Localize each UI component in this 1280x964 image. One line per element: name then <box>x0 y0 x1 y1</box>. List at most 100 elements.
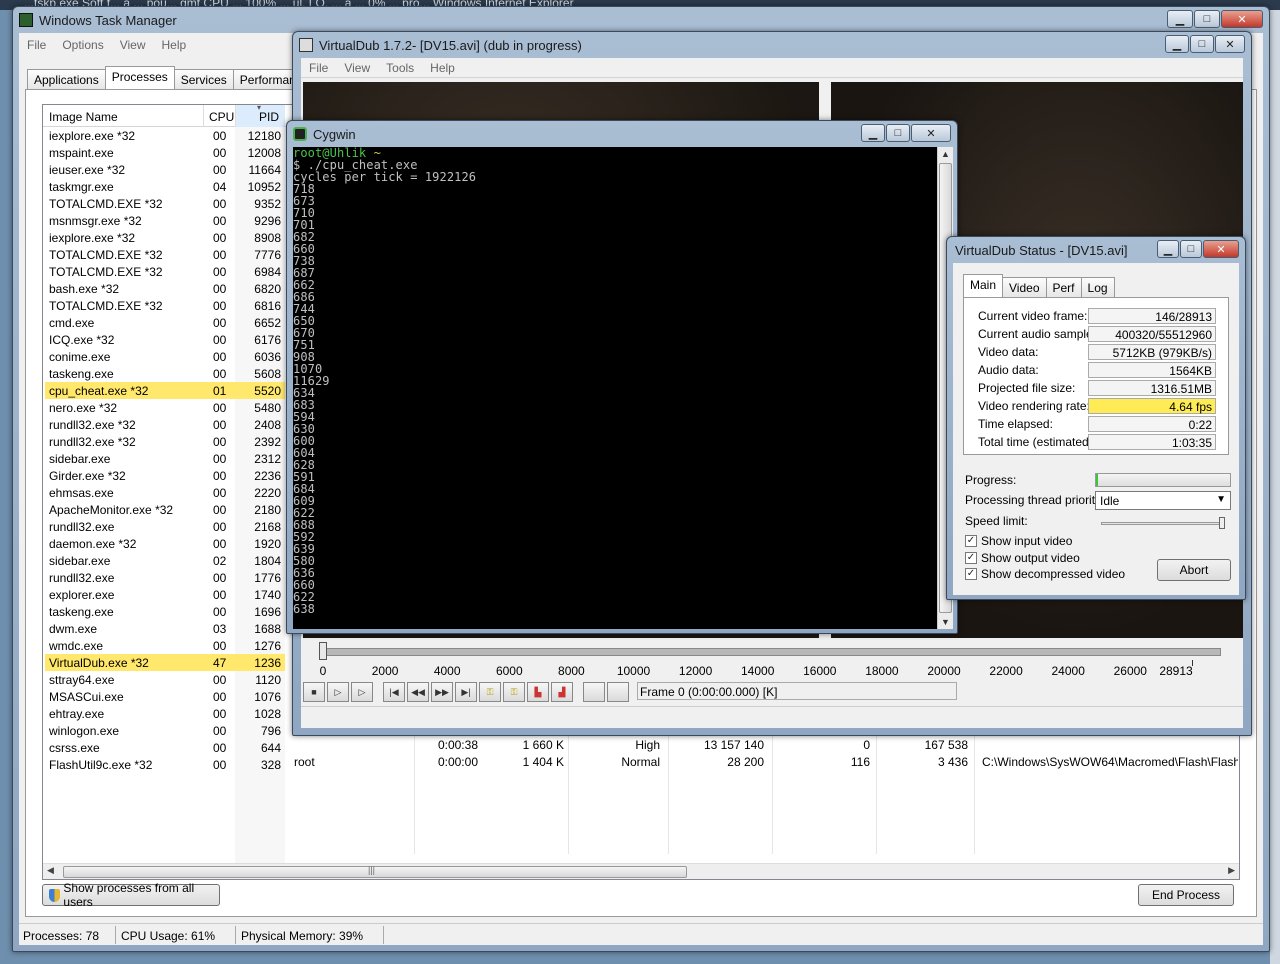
scroll-thumb[interactable]: ||| <box>63 865 687 878</box>
key-prev-icon[interactable]: ⚿ <box>479 682 501 702</box>
vdstatus-window: VirtualDub Status - [DV15.avi] ▁ □ ✕ Mai… <box>946 236 1246 600</box>
speed-slider-thumb[interactable] <box>1219 517 1225 529</box>
step-forward-icon[interactable]: ▶▶ <box>431 682 453 702</box>
status-field-label: Total time (estimated): <box>978 435 1097 449</box>
timeline-tick-label: 10000 <box>616 664 651 678</box>
scene-prev-icon[interactable]: ▙ <box>527 682 549 702</box>
process-cpu: 00 <box>213 588 227 602</box>
terminal-line: 591 <box>293 470 315 484</box>
minimize-icon[interactable]: ▁ <box>1157 240 1179 258</box>
checkbox[interactable]: ✓ <box>965 535 977 547</box>
process-pid: 328 <box>260 758 281 772</box>
timeline-track[interactable] <box>323 648 1221 656</box>
tab-log[interactable]: Log <box>1080 277 1115 297</box>
close-icon[interactable]: ✕ <box>1215 35 1245 53</box>
terminal-area[interactable]: root@Uhlik ~ $ ./cpu_cheat.exe cycles pe… <box>293 147 937 629</box>
tab-main[interactable]: Main <box>963 274 1004 297</box>
vdstatus-titlebar[interactable]: VirtualDub Status - [DV15.avi] ▁ □ ✕ <box>947 237 1245 263</box>
play-output-icon[interactable]: ▷ <box>351 682 373 702</box>
menu-tools[interactable]: Tools <box>378 61 422 75</box>
abort-button[interactable]: Abort <box>1157 559 1231 581</box>
maximize-icon[interactable]: □ <box>1190 35 1214 53</box>
go-end-icon[interactable]: ▶| <box>455 682 477 702</box>
process-priority: High <box>635 738 660 752</box>
taskmgr-titlebar[interactable]: Windows Task Manager ▁ □ ✕ <box>13 7 1269 33</box>
process-name: mspaint.exe <box>49 146 114 160</box>
terminal-line: 600 <box>293 434 315 448</box>
scroll-left-icon[interactable]: ◀ <box>47 865 54 876</box>
mark-in-icon[interactable] <box>583 682 605 702</box>
terminal-line: 687 <box>293 266 315 280</box>
scene-next-icon[interactable]: ▟ <box>551 682 573 702</box>
terminal-line: 628 <box>293 458 315 472</box>
column-header-image-name[interactable]: Image Name <box>49 110 118 124</box>
menu-file[interactable]: File <box>301 61 336 75</box>
close-icon[interactable]: ✕ <box>911 124 951 142</box>
menu-help[interactable]: Help <box>154 38 195 52</box>
process-cpu: 00 <box>213 401 227 415</box>
frame-indicator: Frame 0 (0:00:00.000) [K] <box>637 682 957 700</box>
process-cpu: 47 <box>213 656 227 670</box>
checkbox[interactable]: ✓ <box>965 568 977 580</box>
column-line <box>568 736 569 854</box>
timeline-tick-label: 0 <box>319 664 327 678</box>
process-pid: 9352 <box>254 197 281 211</box>
close-icon[interactable]: ✕ <box>1221 10 1263 28</box>
timeline-thumb[interactable] <box>319 642 327 660</box>
tab-applications[interactable]: Applications <box>27 69 106 89</box>
horizontal-scrollbar[interactable]: ◀ ||| ▶ <box>43 863 1239 879</box>
process-cpu: 00 <box>213 248 227 262</box>
process-pid: 1236 <box>254 656 281 670</box>
scroll-right-icon[interactable]: ▶ <box>1228 865 1235 876</box>
process-pid: 644 <box>260 741 281 755</box>
show-all-users-button[interactable]: Show processes from all users <box>42 881 220 909</box>
step-back-icon[interactable]: ◀◀ <box>407 682 429 702</box>
process-name: msnmsgr.exe *32 <box>49 214 142 228</box>
end-process-button[interactable]: End Process <box>1138 884 1234 906</box>
process-name: rundll32.exe *32 <box>49 418 136 432</box>
timeline-tick-label: 8000 <box>558 664 585 678</box>
stop-icon[interactable]: ■ <box>303 682 325 702</box>
maximize-icon[interactable]: □ <box>886 124 910 142</box>
menu-options[interactable]: Options <box>54 38 111 52</box>
terminal-line: 609 <box>293 494 315 508</box>
virtualdub-titlebar[interactable]: VirtualDub 1.7.2- [DV15.avi] (dub in pro… <box>293 32 1251 58</box>
close-icon[interactable]: ✕ <box>1203 240 1239 258</box>
minimize-icon[interactable]: ▁ <box>1165 35 1189 53</box>
mark-out-icon[interactable] <box>607 682 629 702</box>
process-io-value: 167 538 <box>924 738 968 752</box>
process-name: TOTALCMD.EXE *32 <box>49 265 163 279</box>
menu-file[interactable]: File <box>19 38 54 52</box>
go-start-icon[interactable]: |◀ <box>383 682 405 702</box>
menu-help[interactable]: Help <box>422 61 463 75</box>
menu-view[interactable]: View <box>336 61 378 75</box>
scroll-down-icon[interactable]: ▼ <box>941 617 950 627</box>
tab-services[interactable]: Services <box>173 69 234 89</box>
speed-slider-track <box>1101 522 1225 525</box>
column-header-cpu[interactable]: CPU <box>209 110 234 124</box>
tab-video[interactable]: Video <box>1002 277 1047 297</box>
cygwin-titlebar[interactable]: Cygwin ▁ □ ✕ <box>287 121 957 147</box>
play-input-icon[interactable]: ▷ <box>327 682 349 702</box>
minimize-icon[interactable]: ▁ <box>1167 10 1193 28</box>
maximize-icon[interactable]: □ <box>1194 10 1220 28</box>
speed-slider[interactable] <box>1101 517 1225 529</box>
process-cpu: 00 <box>213 435 227 449</box>
process-name: taskeng.exe <box>49 367 114 381</box>
taskmgr-title: Windows Task Manager <box>39 12 177 28</box>
scroll-up-icon[interactable]: ▲ <box>941 149 950 159</box>
tab-processes[interactable]: Processes <box>104 66 175 89</box>
column-header-pid[interactable]: ▾ PID <box>235 105 285 127</box>
minimize-icon[interactable]: ▁ <box>861 124 885 142</box>
checkbox-label: Show decompressed video <box>981 567 1126 581</box>
menu-view[interactable]: View <box>112 38 154 52</box>
speed-label: Speed limit: <box>965 514 1028 528</box>
terminal-line: 634 <box>293 386 315 400</box>
checkbox[interactable]: ✓ <box>965 551 977 564</box>
tab-perf[interactable]: Perf <box>1045 277 1082 297</box>
process-cpu: 00 <box>213 503 227 517</box>
priority-select[interactable]: Idle ▼ <box>1095 491 1231 510</box>
maximize-icon[interactable]: □ <box>1180 240 1202 258</box>
status-field-value: 0:22 <box>1188 418 1212 432</box>
key-next-icon[interactable]: ⚿ <box>503 682 525 702</box>
